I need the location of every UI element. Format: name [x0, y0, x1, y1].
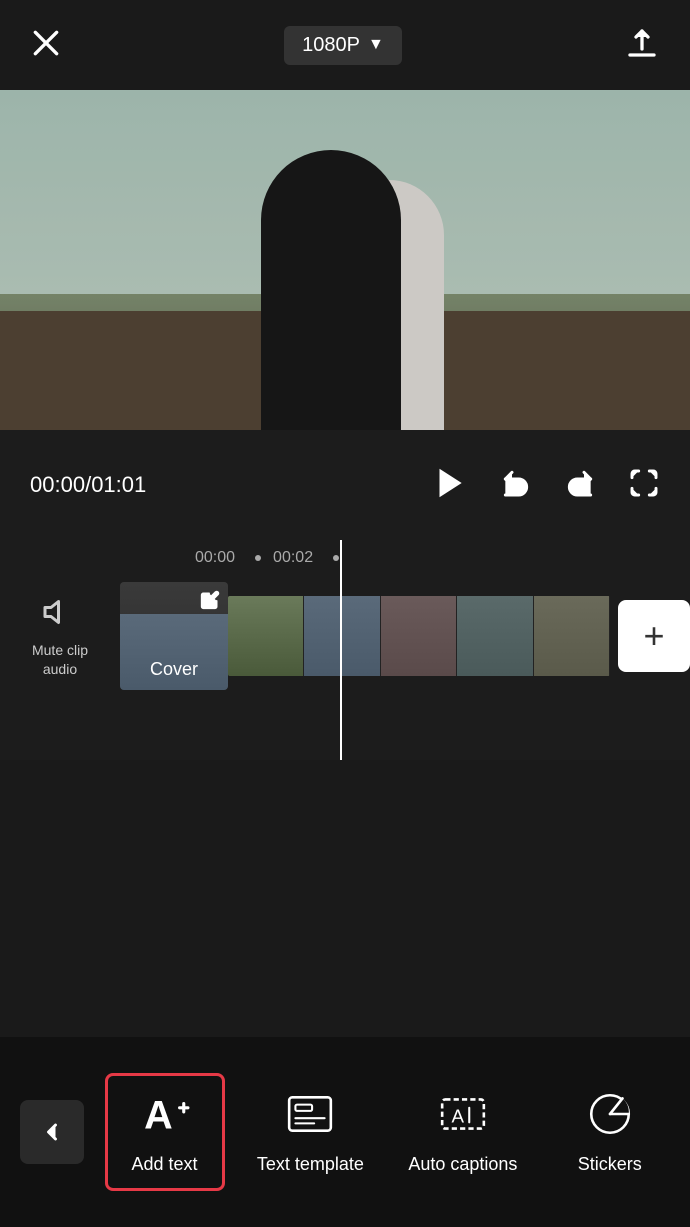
stickers-icon: [585, 1089, 635, 1144]
strip-frame-5: [534, 596, 610, 676]
svg-text:A: A: [144, 1093, 173, 1137]
strip-frame-1: [228, 596, 304, 676]
timeline: 00:00 00:02 Mute clipaudio: [0, 540, 690, 760]
video-preview: [0, 90, 690, 430]
auto-captions-label: Auto captions: [408, 1154, 517, 1176]
export-button[interactable]: [624, 25, 660, 66]
playhead: [340, 540, 342, 760]
svg-text:A: A: [451, 1105, 464, 1126]
cover-label: Cover: [120, 659, 228, 680]
ruler-mark-2: 00:02: [273, 549, 313, 567]
ruler-dot-1: [255, 555, 261, 561]
auto-captions-icon: A: [438, 1089, 488, 1144]
cover-clip[interactable]: Cover: [120, 582, 228, 690]
top-bar: 1080P ▼: [0, 0, 690, 90]
text-template-icon: [285, 1089, 335, 1144]
strip-frame-2: [304, 596, 380, 676]
current-time: 00:00: [30, 472, 85, 498]
time-display: 00:00 / 01:01: [30, 472, 146, 498]
close-button[interactable]: [30, 27, 62, 64]
stickers-tool[interactable]: Stickers: [550, 1073, 670, 1192]
controls-bar: 00:00 / 01:01: [0, 430, 690, 540]
text-template-tool[interactable]: Text template: [245, 1073, 376, 1192]
cover-edit-icon: [200, 590, 220, 615]
strip-frame-4: [457, 596, 533, 676]
quality-arrow-icon: ▼: [368, 36, 384, 54]
add-clip-button[interactable]: +: [618, 600, 690, 672]
bottom-toolbar: A Add text Text template A: [0, 1037, 690, 1227]
timeline-ruler: 00:00 00:02: [0, 540, 690, 576]
strip-frame-3: [381, 596, 457, 676]
mute-label: Mute clipaudio: [32, 641, 88, 677]
plus-icon: +: [643, 618, 664, 654]
ruler-dot-2: [333, 555, 339, 561]
mute-clip-button[interactable]: Mute clipaudio: [0, 594, 120, 677]
add-text-icon: A: [140, 1089, 190, 1144]
fullscreen-button[interactable]: [628, 467, 660, 504]
playback-controls: [430, 464, 660, 507]
quality-selector[interactable]: 1080P ▼: [284, 26, 402, 65]
back-button[interactable]: [20, 1100, 84, 1164]
text-template-label: Text template: [257, 1154, 364, 1176]
total-time: 01:01: [91, 472, 146, 498]
main-track-row: Mute clipaudio Cover: [0, 576, 690, 696]
mute-icon: [42, 594, 78, 635]
ruler-mark-1: 00:00: [195, 549, 235, 567]
redo-button[interactable]: [564, 467, 596, 504]
video-strip[interactable]: [228, 596, 610, 676]
spacer: [0, 760, 690, 1037]
quality-label: 1080P: [302, 34, 360, 57]
stickers-label: Stickers: [578, 1154, 642, 1176]
play-button[interactable]: [430, 464, 468, 507]
timeline-tracks: Mute clipaudio Cover: [0, 576, 690, 760]
add-text-label: Add text: [132, 1154, 198, 1176]
undo-button[interactable]: [500, 467, 532, 504]
add-text-tool[interactable]: A Add text: [105, 1073, 225, 1192]
auto-captions-tool[interactable]: A Auto captions: [396, 1073, 529, 1192]
